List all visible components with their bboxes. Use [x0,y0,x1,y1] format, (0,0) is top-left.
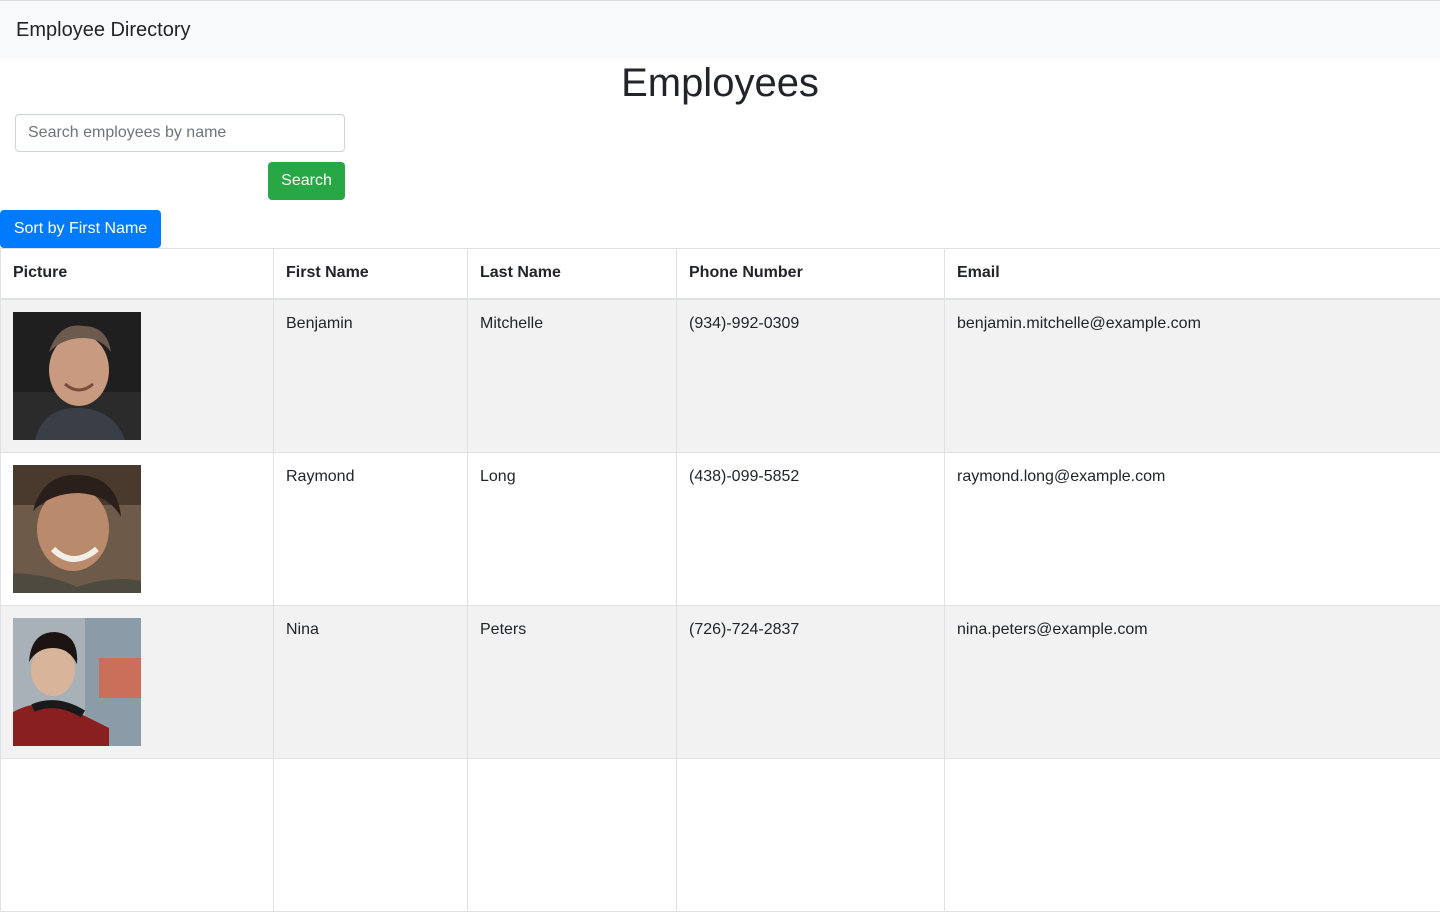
table-row: Raymond Long (438)-099-5852 raymond.long… [1,452,1440,605]
page-title: Employees [0,61,1440,105]
picture-cell [1,452,274,605]
email-cell: nina.peters@example.com [945,605,1440,758]
picture-cell [1,758,274,911]
last-name-cell: Long [468,452,677,605]
first-name-cell [274,758,468,911]
table-row: Nina Peters (726)-724-2837 nina.peters@e… [1,605,1440,758]
sort-by-first-name-button[interactable]: Sort by First Name [0,210,161,248]
header-picture: Picture [1,249,274,299]
table-row: Benjamin Mitchelle (934)-992-0309 benjam… [1,299,1440,453]
last-name-cell: Peters [468,605,677,758]
phone-cell [677,758,945,911]
phone-cell: (726)-724-2837 [677,605,945,758]
employee-photo [13,465,141,593]
table-row [1,758,1440,911]
header-first-name: First Name [274,249,468,299]
employee-photo [13,312,141,440]
last-name-cell [468,758,677,911]
picture-cell [1,299,274,453]
first-name-cell: Raymond [274,452,468,605]
email-cell [945,758,1440,911]
navbar: Employee Directory [0,0,1440,58]
header-last-name: Last Name [468,249,677,299]
search-button[interactable]: Search [268,162,345,200]
table-header-row: Picture First Name Last Name Phone Numbe… [1,249,1440,299]
search-input[interactable] [15,114,345,152]
employee-photo [13,618,141,746]
first-name-cell: Nina [274,605,468,758]
email-cell: raymond.long@example.com [945,452,1440,605]
last-name-cell: Mitchelle [468,299,677,453]
phone-cell: (438)-099-5852 [677,452,945,605]
navbar-brand[interactable]: Employee Directory [16,18,191,42]
email-cell: benjamin.mitchelle@example.com [945,299,1440,453]
header-phone-number: Phone Number [677,249,945,299]
picture-cell [1,605,274,758]
header-email: Email [945,249,1440,299]
first-name-cell: Benjamin [274,299,468,453]
phone-cell: (934)-992-0309 [677,299,945,453]
employee-table: Picture First Name Last Name Phone Numbe… [0,248,1440,912]
